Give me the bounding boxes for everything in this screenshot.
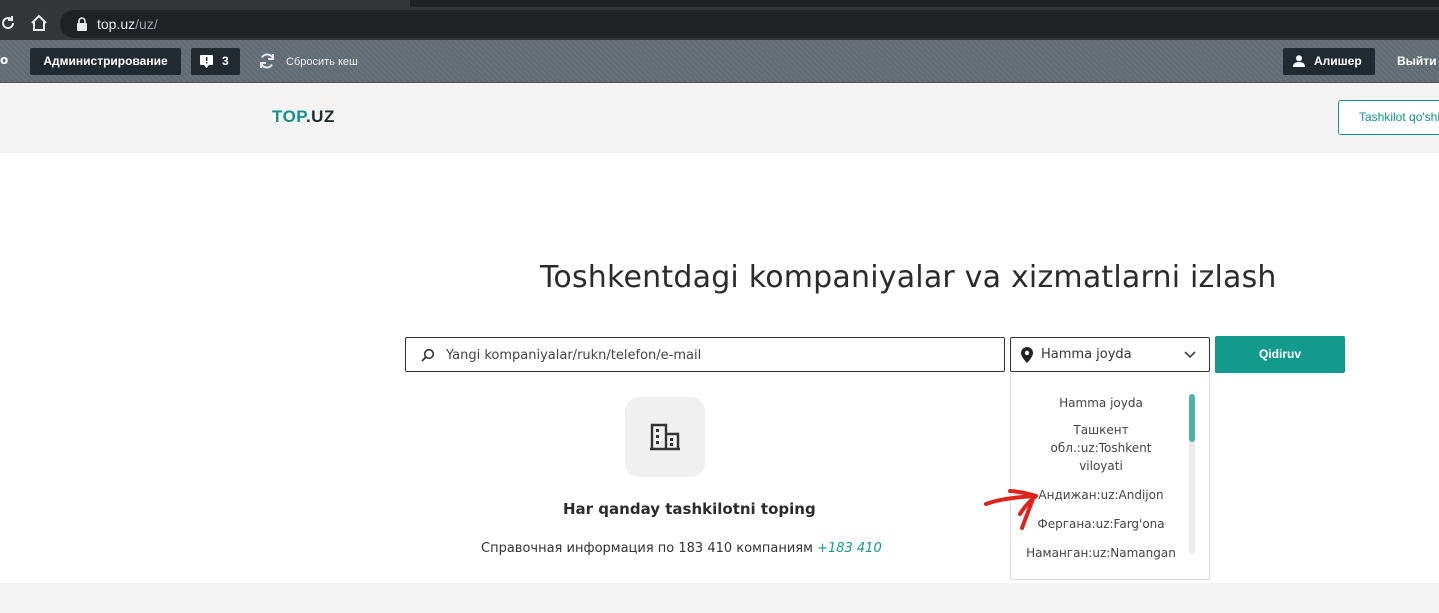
browser-tabstrip	[0, 0, 1439, 7]
add-organization-button[interactable]: Tashkilot qo'shish	[1338, 100, 1439, 135]
location-value: Hamma joyda	[1041, 347, 1132, 362]
footer-band	[0, 583, 1439, 613]
url-text: top.uz/uz/	[97, 16, 158, 32]
reload-icon[interactable]	[0, 15, 16, 31]
notification-icon	[200, 55, 213, 68]
active-tab[interactable]	[0, 0, 410, 7]
find-organization-title: Har qanday tashkilotni toping	[563, 500, 816, 518]
reset-cache-label: Сбросить кеш	[286, 56, 358, 68]
search-field[interactable]	[405, 337, 1005, 372]
location-option[interactable]: Наманган:uz:Namangan	[1011, 544, 1191, 562]
red-arrow-annotation	[984, 489, 1038, 530]
logout-link[interactable]: Выйти	[1397, 54, 1437, 68]
administration-button[interactable]: Администрирование	[30, 48, 181, 75]
dropdown-scrollbar-thumb[interactable]	[1189, 394, 1195, 442]
location-select[interactable]: Hamma joyda	[1010, 337, 1210, 372]
notifications-count: 3	[222, 54, 229, 68]
chevron-down-icon	[1184, 351, 1196, 359]
browser-toolbar: top.uz/uz/	[0, 7, 1439, 40]
search-input[interactable]	[446, 344, 986, 366]
notifications-button[interactable]: 3	[191, 48, 240, 75]
page-title: Toshkentdagi kompaniyalar va xizmatlarni…	[540, 260, 1277, 295]
address-bar[interactable]: top.uz/uz/	[60, 10, 1439, 38]
lock-icon	[77, 17, 87, 31]
location-dropdown: Hamma joyda Ташкент обл.:uz:Toshkent vil…	[1010, 372, 1210, 580]
main-content: Toshkentdagi kompaniyalar va xizmatlarni…	[0, 153, 1439, 583]
companies-count-link[interactable]: +183 410	[817, 541, 882, 556]
user-name: Алишер	[1314, 54, 1362, 68]
organization-icon-tile	[625, 397, 705, 477]
map-pin-icon	[1021, 347, 1033, 363]
info-line: Справочная информация по 183 410 компани…	[481, 541, 882, 556]
building-icon	[650, 423, 680, 451]
search-button[interactable]: Qidiruv	[1215, 336, 1345, 373]
search-icon	[421, 348, 435, 362]
location-option[interactable]: Hamma joyda	[1011, 394, 1191, 412]
site-logo[interactable]: TOP.UZ	[272, 107, 335, 127]
admin-toolbar: о Администрирование 3 Сбросить кеш Алише…	[0, 40, 1439, 83]
admin-menu-cut[interactable]: о	[0, 53, 8, 67]
user-menu-button[interactable]: Алишер	[1283, 48, 1375, 75]
site-header: TOP.UZ Tashkilot qo'shish	[0, 84, 1439, 153]
home-icon[interactable]	[30, 14, 48, 32]
user-icon	[1293, 55, 1305, 67]
refresh-icon	[260, 53, 274, 69]
location-option[interactable]: Ташкент обл.:uz:Toshkent viloyati	[1011, 421, 1191, 475]
